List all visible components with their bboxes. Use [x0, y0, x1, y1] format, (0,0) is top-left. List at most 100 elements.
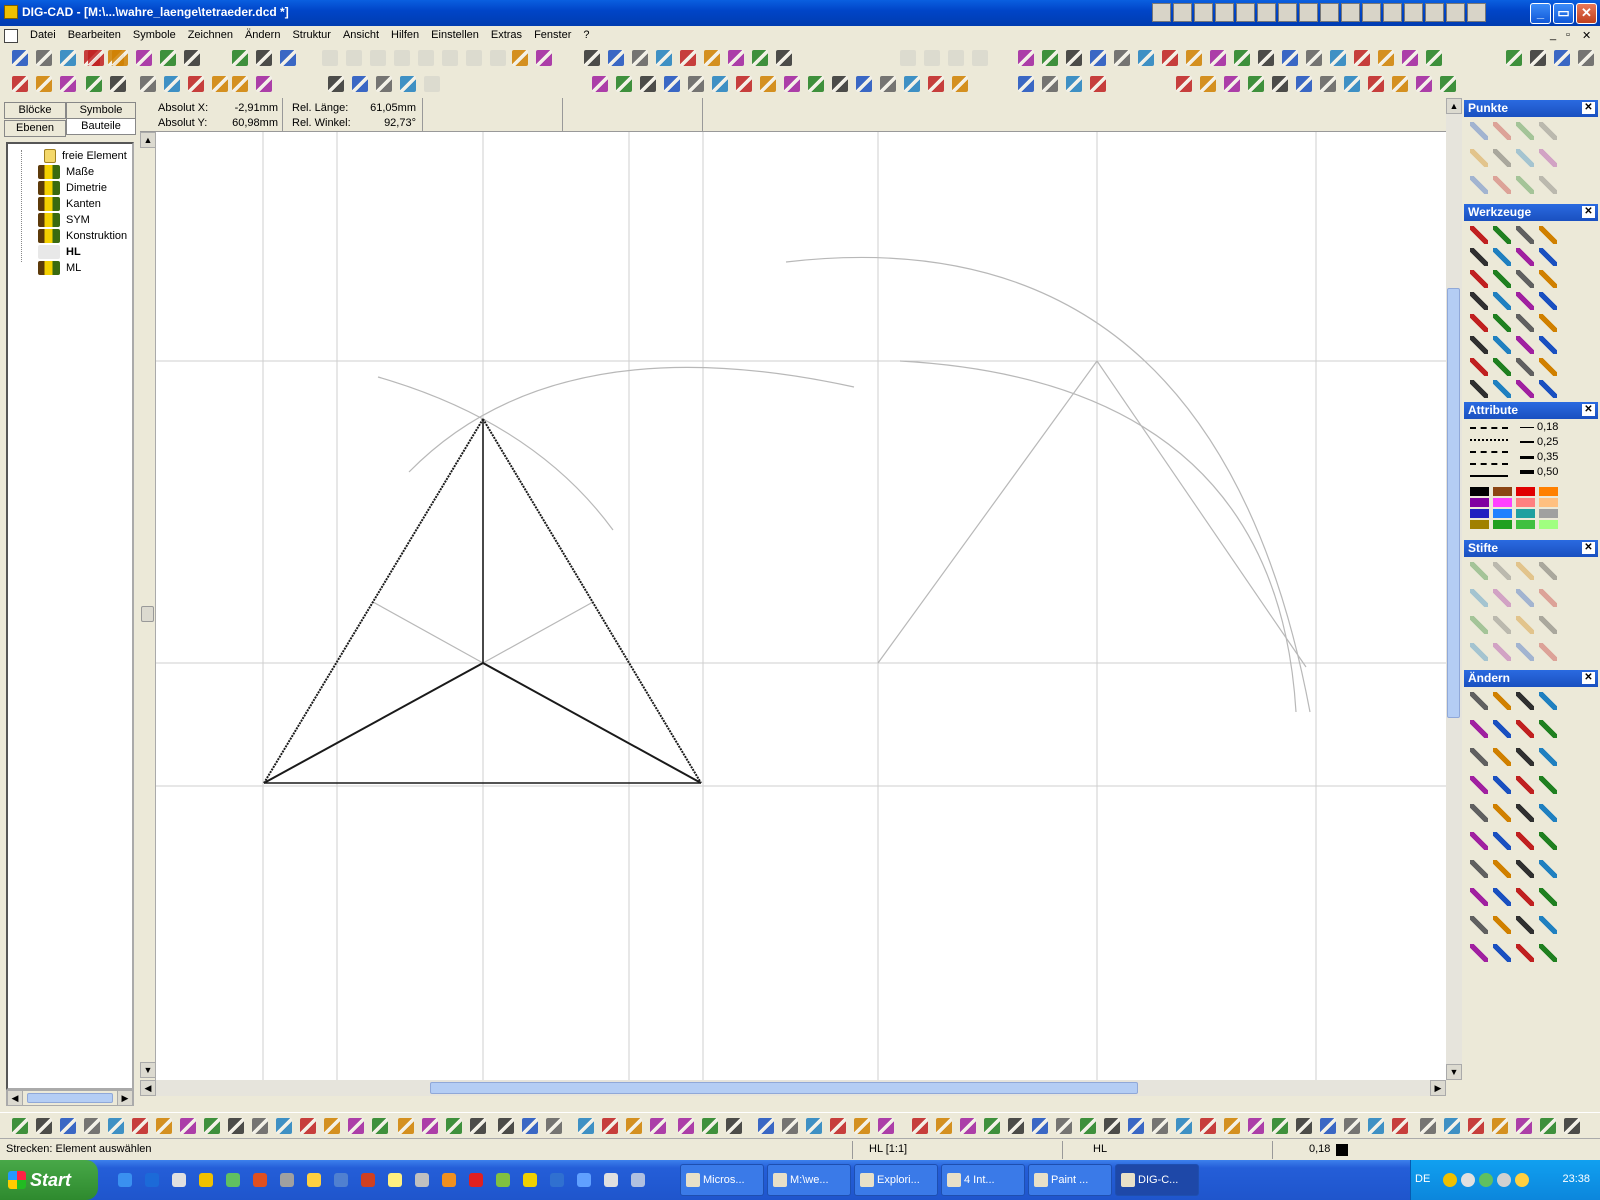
- tool-icon[interactable]: [1516, 692, 1534, 710]
- toolbar-icon[interactable]: [1128, 1118, 1144, 1134]
- tool-icon[interactable]: [1516, 314, 1534, 332]
- toolbar-icon[interactable]: [1506, 50, 1522, 66]
- toolbar-icon[interactable]: [324, 1118, 340, 1134]
- toolbar-icon[interactable]: [256, 50, 272, 66]
- tool-icon[interactable]: [1470, 358, 1488, 376]
- tetra-edge-inner-left[interactable]: [263, 662, 484, 784]
- tool-icon[interactable]: [1493, 643, 1511, 661]
- toolbar-icon[interactable]: [1210, 50, 1226, 66]
- tool-icon[interactable]: [1516, 748, 1534, 766]
- color-swatch[interactable]: [1493, 498, 1512, 507]
- scroll-left-icon[interactable]: ◀: [140, 1080, 156, 1096]
- status-view-scale[interactable]: HL [1:1]: [852, 1141, 907, 1159]
- tool-icon[interactable]: [1539, 860, 1557, 878]
- tool-icon[interactable]: [1516, 248, 1534, 266]
- toolbar-icon[interactable]: [960, 1118, 976, 1134]
- toolbar-icon[interactable]: [400, 76, 416, 92]
- tool-icon[interactable]: [1539, 720, 1557, 738]
- toolbar-icon[interactable]: [602, 1118, 618, 1134]
- tool-icon[interactable]: [1470, 270, 1488, 288]
- tool-icon[interactable]: [1493, 860, 1511, 878]
- tool-icon[interactable]: [1493, 804, 1511, 822]
- toolbar-icon[interactable]: [164, 76, 180, 92]
- tool-icon[interactable]: [1516, 336, 1534, 354]
- tool-icon[interactable]: [1516, 888, 1534, 906]
- toolbar-icon[interactable]: [656, 50, 672, 66]
- toolbar-icon[interactable]: [188, 76, 204, 92]
- tray-icon[interactable]: [1461, 1173, 1475, 1187]
- toolbar-icon[interactable]: [86, 76, 102, 92]
- quick-icon[interactable]: [1299, 3, 1318, 22]
- tool-icon[interactable]: [1516, 860, 1534, 878]
- taskbar-button[interactable]: M:\we...: [767, 1164, 851, 1196]
- tool-icon[interactable]: [1470, 944, 1488, 962]
- drawing-svg[interactable]: [156, 132, 1446, 1080]
- maximize-button[interactable]: ▭: [1553, 3, 1574, 24]
- menu-item[interactable]: Hilfen: [385, 29, 425, 41]
- quick-launch-icon[interactable]: [253, 1173, 267, 1187]
- menu-item[interactable]: Datei: [24, 29, 62, 41]
- toolbar-icon[interactable]: [1296, 1118, 1312, 1134]
- tool-icon[interactable]: [1493, 748, 1511, 766]
- color-swatch[interactable]: [1470, 487, 1489, 496]
- toolbar-icon[interactable]: [830, 1118, 846, 1134]
- toolbar-icon[interactable]: [1320, 1118, 1336, 1134]
- color-swatch[interactable]: [1539, 498, 1558, 507]
- toolbar-icon[interactable]: [1258, 50, 1274, 66]
- quick-launch-icon[interactable]: [442, 1173, 456, 1187]
- toolbar-icon[interactable]: [1282, 50, 1298, 66]
- toolbar-icon[interactable]: [664, 76, 680, 92]
- toolbar-icon[interactable]: [1032, 1118, 1048, 1134]
- tray-icon[interactable]: [1497, 1173, 1511, 1187]
- scroll-thumb[interactable]: [27, 1093, 113, 1103]
- tool-icon[interactable]: [1539, 122, 1557, 140]
- line-style-wave[interactable]: [1470, 475, 1508, 477]
- toolbar-icon[interactable]: [1248, 1118, 1264, 1134]
- toolbar-icon[interactable]: [1090, 50, 1106, 66]
- toolbar-icon[interactable]: [900, 50, 916, 66]
- toolbar-icon[interactable]: [136, 50, 152, 66]
- quick-icon[interactable]: [1194, 3, 1213, 22]
- quick-launch-icon[interactable]: [577, 1173, 591, 1187]
- quick-icon[interactable]: [1215, 3, 1234, 22]
- toolbar-icon[interactable]: [1392, 1118, 1408, 1134]
- tool-icon[interactable]: [1470, 804, 1488, 822]
- toolbar-icon[interactable]: [608, 50, 624, 66]
- tree-item[interactable]: Maße: [38, 164, 94, 180]
- quick-icon[interactable]: [1404, 3, 1423, 22]
- toolbar-icon[interactable]: [12, 76, 28, 92]
- tool-icon[interactable]: [1470, 149, 1488, 167]
- toolbar-icon[interactable]: [1080, 1118, 1096, 1134]
- tool-icon[interactable]: [1539, 832, 1557, 850]
- tetra-edge-left[interactable]: [263, 418, 484, 784]
- toolbar-icon[interactable]: [1224, 76, 1240, 92]
- language-indicator[interactable]: DE: [1415, 1173, 1430, 1185]
- tree-item[interactable]: ML: [38, 260, 81, 276]
- scroll-right-icon[interactable]: ▶: [117, 1090, 133, 1106]
- toolbar-icon[interactable]: [1008, 1118, 1024, 1134]
- vertical-scrollbar[interactable]: ▲ ▼: [1446, 98, 1462, 1080]
- color-swatch[interactable]: [1539, 520, 1558, 529]
- toolbar-icon[interactable]: [140, 76, 156, 92]
- toolbar-icon[interactable]: [972, 50, 988, 66]
- toolbar-icon[interactable]: [784, 76, 800, 92]
- toolbar-icon[interactable]: [546, 1118, 562, 1134]
- scroll-up-icon[interactable]: ▲: [1446, 98, 1462, 114]
- horizontal-scrollbar[interactable]: ◀ ▶: [140, 1080, 1446, 1096]
- doc-close-button[interactable]: ✕: [1582, 29, 1591, 42]
- tool-icon[interactable]: [1516, 292, 1534, 310]
- tool-icon[interactable]: [1516, 358, 1534, 376]
- toolbar-icon[interactable]: [180, 1118, 196, 1134]
- tool-icon[interactable]: [1516, 176, 1534, 194]
- toolbar-icon[interactable]: [418, 50, 434, 66]
- menu-item[interactable]: Ansicht: [337, 29, 385, 41]
- color-swatch[interactable]: [1539, 509, 1558, 518]
- tool-icon[interactable]: [1539, 380, 1557, 398]
- toolbar-icon[interactable]: [1516, 1118, 1532, 1134]
- tool-icon[interactable]: [1470, 888, 1488, 906]
- toolbar-icon[interactable]: [1296, 76, 1312, 92]
- tool-icon[interactable]: [1539, 176, 1557, 194]
- tool-icon[interactable]: [1516, 149, 1534, 167]
- color-swatch[interactable]: [1516, 487, 1535, 496]
- toolbar-icon[interactable]: [1018, 50, 1034, 66]
